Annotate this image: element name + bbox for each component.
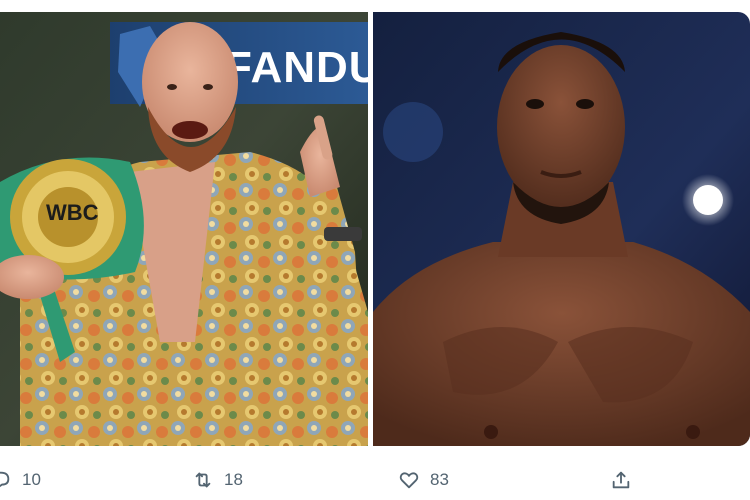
reply-count: 10 (22, 470, 41, 489)
reply-icon (0, 471, 10, 488)
share-icon (612, 471, 630, 489)
belt-text: WBC (46, 200, 99, 225)
shirtless-boxer-image (373, 12, 750, 446)
like-count: 83 (430, 470, 449, 489)
media-photo-right[interactable] (373, 12, 750, 446)
heart-icon (399, 472, 419, 489)
sponsor-banner-text: FANDU (225, 43, 368, 92)
boxer-with-belt-image: FANDU WBC (0, 12, 368, 446)
share-button[interactable] (610, 460, 632, 500)
tweet-media-grid: FANDU WBC (0, 12, 750, 446)
retweet-icon (195, 472, 211, 488)
reply-button[interactable]: 10 (0, 460, 41, 500)
media-photo-left[interactable]: FANDU WBC (0, 12, 368, 446)
tweet-action-bar: 10 18 83 (0, 460, 750, 500)
retweet-count: 18 (224, 470, 243, 489)
like-button[interactable]: 83 (398, 460, 449, 500)
retweet-button[interactable]: 18 (192, 460, 243, 500)
